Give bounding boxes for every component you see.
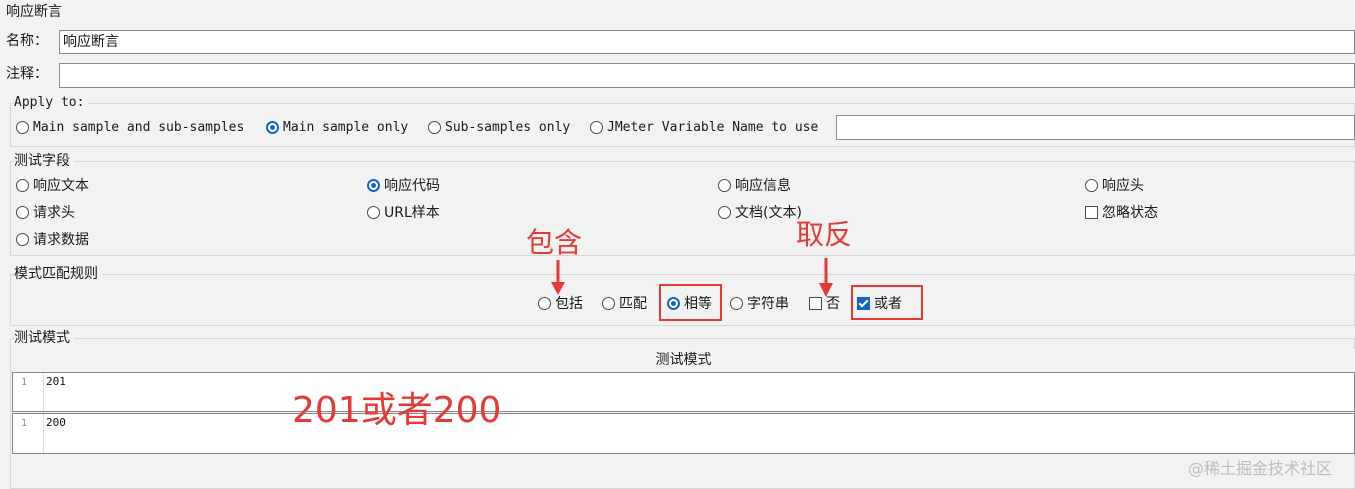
option-label: 包括 [555,296,583,312]
option-label: 文档(文本) [735,205,802,221]
apply-sub-only-option[interactable]: Sub-samples only [428,117,570,137]
line-number: 1 [21,377,28,388]
line-number-gutter [13,373,44,411]
checkbox-icon[interactable] [1085,205,1098,219]
radio-icon[interactable] [718,178,731,192]
option-label: 响应文本 [33,178,89,194]
rule-substring-option[interactable]: 字符串 [730,293,789,313]
equals-highlight-box [659,284,722,321]
radio-icon[interactable] [16,205,29,219]
option-label: 忽略状态 [1102,205,1158,221]
radio-icon[interactable] [1085,178,1098,192]
radio-icon[interactable] [538,296,551,310]
pattern-row-editor[interactable]: 1 201 [12,372,1355,412]
field-response-text-option[interactable]: 响应文本 [16,175,89,195]
radio-icon[interactable] [730,296,743,310]
rule-matches-option[interactable]: 匹配 [602,293,647,313]
arrow-down-icon [819,258,833,297]
apply-main-only-option[interactable]: Main sample only [266,117,408,137]
field-response-headers-option[interactable]: 响应头 [1085,175,1144,195]
jmeter-variable-input[interactable] [836,115,1355,140]
radio-icon[interactable] [367,205,380,219]
pattern-row-editor[interactable]: 1 200 [12,413,1355,454]
radio-icon[interactable] [16,178,29,192]
name-label: 名称： [6,33,48,49]
rule-contains-option[interactable]: 包括 [538,293,583,313]
option-label: 响应信息 [735,178,791,194]
option-label: 匹配 [619,296,647,312]
radio-icon[interactable] [590,120,603,134]
test-patterns-legend: 测试模式 [14,328,74,348]
radio-icon[interactable] [16,120,29,134]
option-label: 请求头 [33,205,75,221]
apply-main-and-sub-option[interactable]: Main sample and sub-samples [16,117,244,137]
comment-input[interactable] [59,63,1355,88]
option-label: Sub-samples only [445,119,571,135]
radio-selected-icon[interactable] [266,120,279,134]
option-label: JMeter Variable Name to use [607,119,819,135]
or-highlight-box [851,285,923,320]
field-request-headers-option[interactable]: 请求头 [16,202,75,222]
option-label: 响应代码 [384,178,440,194]
radio-icon[interactable] [718,205,731,219]
option-label: URL样本 [384,205,440,221]
option-label: 字符串 [747,296,789,312]
field-response-code-option[interactable]: 响应代码 [367,175,440,195]
radio-selected-icon[interactable] [367,178,380,192]
annotation-example: 201或者200 [292,390,502,431]
field-request-data-option[interactable]: 请求数据 [16,229,89,249]
pattern-value[interactable]: 200 [46,416,66,429]
apply-jmeter-variable-option[interactable]: JMeter Variable Name to use [590,117,818,137]
checkbox-icon[interactable] [809,296,822,310]
field-url-sample-option[interactable]: URL样本 [367,202,440,222]
radio-icon[interactable] [602,296,615,310]
option-label: 请求数据 [33,232,89,248]
option-label: Main sample and sub-samples [33,119,245,135]
radio-icon[interactable] [428,120,441,134]
apply-to-legend: Apply to: [14,93,89,113]
match-rules-legend: 模式匹配规则 [14,264,102,284]
panel-title: 响应断言 [6,4,62,20]
line-number: 1 [21,418,28,429]
option-label: 响应头 [1102,178,1144,194]
field-response-message-option[interactable]: 响应信息 [718,175,791,195]
pattern-column-header: 测试模式 [655,352,712,368]
test-field-legend: 测试字段 [14,151,74,171]
ignore-status-checkbox[interactable]: 忽略状态 [1085,202,1158,222]
arrow-down-icon [551,260,565,295]
pattern-table-header: 测试模式 [12,349,1355,372]
option-label: Main sample only [283,119,409,135]
annotation-contains: 包含 [526,226,583,259]
field-document-text-option[interactable]: 文档(文本) [718,202,802,222]
comment-label: 注释： [6,66,48,82]
name-input[interactable]: 响应断言 [59,30,1355,54]
annotation-invert: 取反 [796,218,853,251]
radio-icon[interactable] [16,232,29,246]
pattern-value[interactable]: 201 [46,375,66,388]
line-number-gutter [13,414,44,453]
watermark: @稀土掘金技术社区 [1188,459,1333,478]
